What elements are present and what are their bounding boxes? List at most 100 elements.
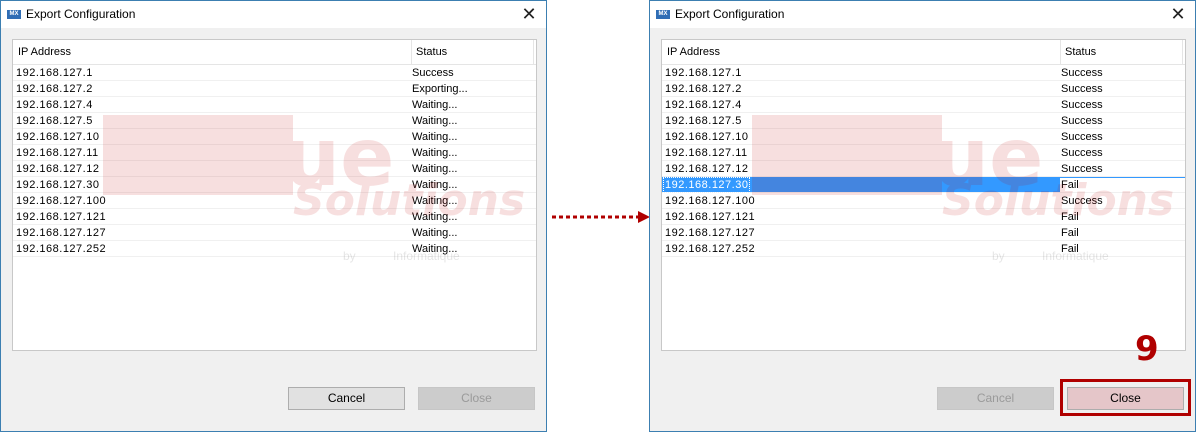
column-header-ip-address[interactable]: IP Address — [18, 40, 71, 64]
ip-address-cell: 192.168.127.5 — [665, 115, 742, 127]
ip-address-cell: 192.168.127.4 — [665, 99, 742, 111]
transition-arrow-icon — [552, 211, 650, 223]
status-cell: Fail — [1061, 243, 1079, 255]
column-header-ip-address[interactable]: IP Address — [667, 40, 720, 64]
ip-address-cell: 192.168.127.1 — [665, 67, 742, 79]
table-row[interactable]: 192.168.127.5 Success — [662, 113, 1185, 129]
status-cell: Fail — [1061, 211, 1079, 223]
status-cell: Success — [1061, 131, 1103, 143]
ip-address-cell: 192.168.127.11 — [16, 147, 99, 159]
export-status-list[interactable]: IP Address Status 192.168.127.1 Success 19… — [661, 39, 1186, 351]
table-row[interactable]: 192.168.127.11 Success — [662, 145, 1185, 161]
ip-address-cell: 192.168.127.127 — [665, 227, 756, 239]
ip-address-cell: 192.168.127.2 — [665, 83, 742, 95]
list-header: IP Address Status — [13, 40, 536, 65]
column-divider[interactable] — [533, 40, 534, 64]
ip-address-cell: 192.168.127.100 — [16, 195, 107, 207]
list-header: IP Address Status — [662, 40, 1185, 65]
ip-address-cell: 192.168.127.121 — [665, 211, 756, 223]
ip-address-cell: 192.168.127.1 — [16, 67, 93, 79]
cancel-button-disabled[interactable]: Cancel — [937, 387, 1054, 410]
status-cell: Waiting... — [412, 163, 458, 175]
table-row[interactable]: 192.168.127.10 Waiting... — [13, 129, 536, 145]
table-row[interactable]: 192.168.127.2 Exporting... — [13, 81, 536, 97]
table-row[interactable]: 192.168.127.10 Success — [662, 129, 1185, 145]
ip-address-cell: 192.168.127.11 — [665, 147, 748, 159]
status-cell: Success — [1061, 195, 1103, 207]
table-row[interactable]: 192.168.127.1 Success — [13, 65, 536, 81]
table-row[interactable]: 192.168.127.127 Fail — [662, 225, 1185, 241]
step-number-callout: 9 — [1135, 329, 1159, 369]
status-cell: Success — [1061, 115, 1103, 127]
ip-address-cell: 192.168.127.100 — [665, 195, 756, 207]
cancel-button[interactable]: Cancel — [288, 387, 405, 410]
ip-address-cell: 192.168.127.4 — [16, 99, 93, 111]
table-row[interactable]: 192.168.127.12 Success — [662, 161, 1185, 177]
column-divider[interactable] — [411, 40, 412, 64]
status-cell: Success — [1061, 83, 1103, 95]
ip-address-cell: 192.168.127.12 — [16, 163, 100, 175]
column-header-status[interactable]: Status — [416, 40, 447, 64]
status-cell: Waiting... — [412, 195, 458, 207]
ip-address-cell: 192.168.127.30 — [16, 179, 100, 191]
table-row[interactable]: 192.168.127.100 Waiting... — [13, 193, 536, 209]
table-row[interactable]: 192.168.127.4 Waiting... — [13, 97, 536, 113]
app-icon: MX — [656, 10, 670, 19]
status-cell: Waiting... — [412, 243, 458, 255]
status-cell: Success — [1061, 99, 1103, 111]
ip-address-cell: 192.168.127.10 — [665, 131, 749, 143]
status-cell: Waiting... — [412, 99, 458, 111]
table-row[interactable]: 192.168.127.252 Waiting... — [13, 241, 536, 257]
ip-address-cell: 192.168.127.5 — [16, 115, 93, 127]
app-icon: MX — [7, 10, 21, 19]
export-configuration-dialog-right: MX Export Configuration ✕ IP Address Sta… — [649, 0, 1196, 432]
ip-address-cell: 192.168.127.12 — [665, 163, 749, 175]
status-cell: Waiting... — [412, 179, 458, 191]
table-row[interactable]: 192.168.127.30 Fail — [662, 177, 1185, 193]
table-row[interactable]: 192.168.127.1 Success — [662, 65, 1185, 81]
dialog-title: Export Configuration — [26, 7, 136, 21]
title-bar: MX Export Configuration ✕ — [650, 1, 1195, 28]
status-cell: Waiting... — [412, 147, 458, 159]
table-row[interactable]: 192.168.127.30 Waiting... — [13, 177, 536, 193]
status-cell: Fail — [1060, 178, 1185, 192]
status-cell: Success — [412, 67, 454, 79]
ip-address-cell: 192.168.127.10 — [16, 131, 100, 143]
table-row[interactable]: 192.168.127.5 Waiting... — [13, 113, 536, 129]
column-header-status[interactable]: Status — [1065, 40, 1096, 64]
table-row[interactable]: 192.168.127.11 Waiting... — [13, 145, 536, 161]
status-cell: Fail — [1061, 227, 1079, 239]
status-cell: Waiting... — [412, 211, 458, 223]
status-cell: Success — [1061, 67, 1103, 79]
close-window-icon[interactable]: ✕ — [517, 2, 541, 26]
export-status-list[interactable]: IP Address Status 192.168.127.1 Success 19… — [12, 39, 537, 351]
status-cell: Waiting... — [412, 115, 458, 127]
export-configuration-dialog-left: MX Export Configuration ✕ IP Address Sta… — [0, 0, 547, 432]
column-divider[interactable] — [1060, 40, 1061, 64]
status-cell: Success — [1061, 163, 1103, 175]
ip-address-cell: 192.168.127.252 — [16, 243, 107, 255]
close-window-icon[interactable]: ✕ — [1166, 2, 1190, 26]
close-button-disabled[interactable]: Close — [418, 387, 535, 410]
status-cell: Success — [1061, 147, 1103, 159]
table-row[interactable]: 192.168.127.127 Waiting... — [13, 225, 536, 241]
table-row[interactable]: 192.168.127.252 Fail — [662, 241, 1185, 257]
dialog-title: Export Configuration — [675, 7, 785, 21]
table-row[interactable]: 192.168.127.100 Success — [662, 193, 1185, 209]
status-cell: Waiting... — [412, 131, 458, 143]
table-row[interactable]: 192.168.127.121 Fail — [662, 209, 1185, 225]
ip-address-cell: 192.168.127.252 — [665, 243, 756, 255]
table-row[interactable]: 192.168.127.4 Success — [662, 97, 1185, 113]
table-row[interactable]: 192.168.127.2 Success — [662, 81, 1185, 97]
ip-address-cell: 192.168.127.2 — [16, 83, 93, 95]
table-row[interactable]: 192.168.127.12 Waiting... — [13, 161, 536, 177]
ip-address-cell: 192.168.127.30 — [663, 177, 751, 193]
title-bar: MX Export Configuration ✕ — [1, 1, 546, 28]
column-divider[interactable] — [1182, 40, 1183, 64]
status-cell: Exporting... — [412, 83, 468, 95]
close-button-highlight — [1060, 379, 1191, 416]
table-row[interactable]: 192.168.127.121 Waiting... — [13, 209, 536, 225]
status-cell: Waiting... — [412, 227, 458, 239]
ip-address-cell: 192.168.127.127 — [16, 227, 107, 239]
ip-address-cell: 192.168.127.121 — [16, 211, 107, 223]
